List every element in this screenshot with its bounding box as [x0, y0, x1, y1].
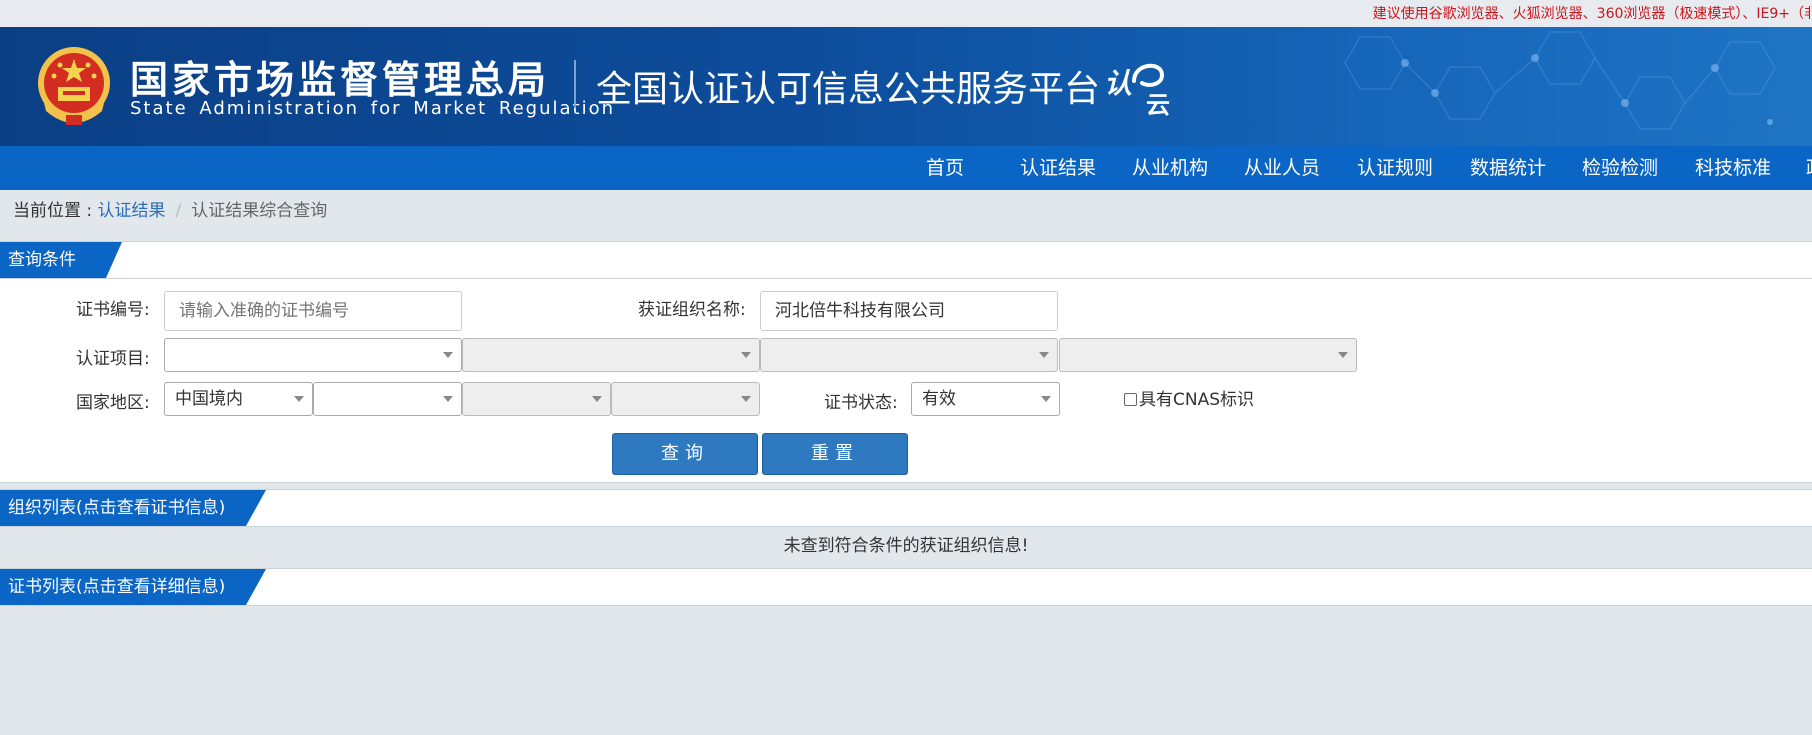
chevron-down-icon	[1041, 396, 1051, 402]
main-nav: 首页 认证结果 从业机构 从业人员 认证规则 数据统计 检验检测 科技标准 政	[0, 146, 1812, 190]
reset-button[interactable]: 重置	[762, 433, 908, 475]
platform-name: 全国认证认可信息公共服务平台	[596, 69, 1101, 110]
region-select-province[interactable]	[313, 382, 462, 416]
breadcrumb-separator: /	[175, 201, 182, 221]
chevron-down-icon	[1338, 352, 1348, 358]
org-name-input[interactable]: 河北倍牛科技有限公司	[760, 291, 1058, 331]
nav-item-cert-rules[interactable]: 认证规则	[1357, 146, 1433, 190]
chevron-down-icon	[1039, 352, 1049, 358]
search-button[interactable]: 查询	[612, 433, 758, 475]
region-select-country[interactable]: 中国境内	[164, 382, 313, 416]
cert-no-input[interactable]	[164, 291, 462, 331]
cert-no-label: 证书编号:	[76, 300, 150, 320]
cnas-label: 具有CNAS标识	[1139, 390, 1255, 410]
region-select-city[interactable]	[462, 382, 611, 416]
cnas-checkbox[interactable]	[1124, 393, 1137, 406]
nav-item-inspection[interactable]: 检验检测	[1582, 146, 1658, 190]
svg-text:云: 云	[1146, 91, 1170, 117]
header-divider	[574, 60, 576, 108]
breadcrumb-link-cert-results[interactable]: 认证结果	[98, 201, 166, 221]
chevron-down-icon	[592, 396, 602, 402]
browser-recommendation-bar: 建议使用谷歌浏览器、火狐浏览器、360浏览器（极速模式）、IE9+（非	[0, 0, 1812, 27]
org-list-title: 组织列表(点击查看证书信息)	[0, 490, 266, 526]
national-emblem-icon	[38, 47, 110, 125]
header-banner: 国家市场监督管理总局 State Administration for Mark…	[0, 27, 1812, 146]
breadcrumb-current: 认证结果综合查询	[191, 201, 328, 221]
chevron-down-icon	[443, 396, 453, 402]
nav-item-policy[interactable]: 政	[1806, 146, 1812, 190]
svg-text:认: 认	[1104, 67, 1132, 100]
nav-item-home[interactable]: 首页	[926, 146, 964, 190]
query-panel-title: 查询条件	[0, 242, 122, 278]
org-name-cn: 国家市场监督管理总局	[130, 58, 551, 102]
org-list-empty-message: 未查到符合条件的获证组织信息!	[783, 536, 1029, 556]
chevron-down-icon	[294, 396, 304, 402]
chevron-down-icon	[741, 352, 751, 358]
cert-list-header: 证书列表(点击查看详细信息)	[0, 568, 1812, 606]
cert-list-title: 证书列表(点击查看详细信息)	[0, 569, 266, 605]
browser-recommendation-text: 建议使用谷歌浏览器、火狐浏览器、360浏览器（极速模式）、IE9+（非	[1372, 6, 1812, 22]
chevron-down-icon	[443, 352, 453, 358]
region-select-district[interactable]	[611, 382, 760, 416]
org-list-header: 组织列表(点击查看证书信息)	[0, 489, 1812, 527]
renyun-logo-icon: 认 云	[1104, 64, 1170, 117]
nav-item-cert-results[interactable]: 认证结果	[1020, 146, 1096, 190]
cert-item-label: 认证项目:	[76, 349, 150, 369]
org-name-label: 获证组织名称:	[638, 300, 746, 320]
org-name-en: State Administration for Market Regulati…	[130, 98, 615, 119]
breadcrumb: 当前位置 : 认证结果 / 认证结果综合查询	[13, 198, 327, 224]
cert-status-select[interactable]: 有效	[911, 382, 1060, 416]
query-panel-header: 查询条件	[0, 241, 1812, 279]
cert-item-select-2[interactable]	[462, 338, 760, 372]
nav-item-standards[interactable]: 科技标准	[1695, 146, 1771, 190]
hexagon-pattern-decoration	[1344, 31, 1776, 130]
query-form: 证书编号: 获证组织名称: 河北倍牛科技有限公司 认证项目: 国家地区: 中国境…	[0, 279, 1812, 483]
cert-item-select-3[interactable]	[760, 338, 1058, 372]
nav-item-statistics[interactable]: 数据统计	[1470, 146, 1546, 190]
cert-status-label: 证书状态:	[824, 393, 898, 413]
nav-item-institutions[interactable]: 从业机构	[1132, 146, 1208, 190]
nav-item-practitioners[interactable]: 从业人员	[1244, 146, 1320, 190]
chevron-down-icon	[741, 396, 751, 402]
cert-item-select-1[interactable]	[164, 338, 462, 372]
cert-item-select-4[interactable]	[1059, 338, 1357, 372]
breadcrumb-prefix: 当前位置 :	[13, 201, 98, 221]
region-label: 国家地区:	[76, 393, 150, 413]
